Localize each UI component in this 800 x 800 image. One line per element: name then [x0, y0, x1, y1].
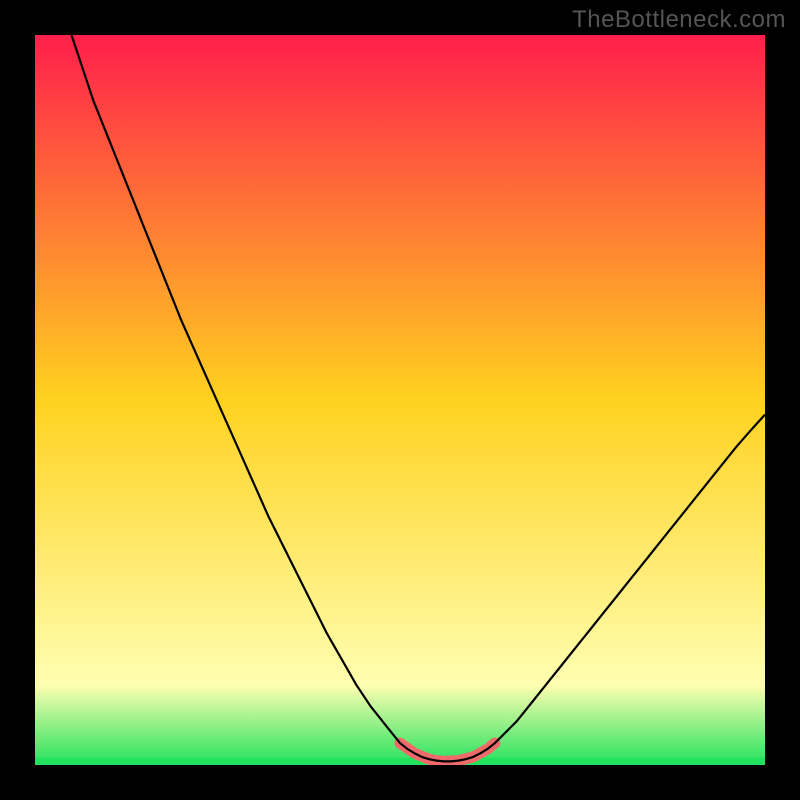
gradient-background — [35, 35, 765, 765]
chart-frame: TheBottleneck.com — [0, 0, 800, 800]
bottleneck-curve-chart — [35, 35, 765, 765]
green-band — [35, 758, 765, 765]
plot-area — [35, 35, 765, 765]
watermark-text: TheBottleneck.com — [572, 6, 786, 34]
